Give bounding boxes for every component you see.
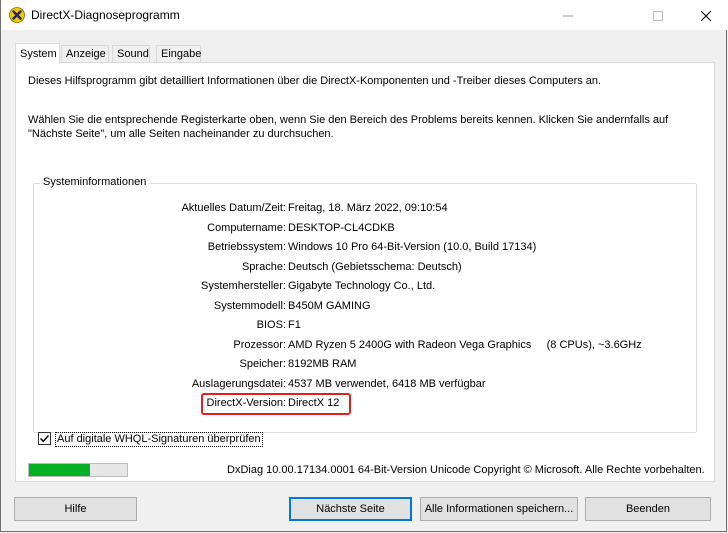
info-row-model: Systemmodell: B450M GAMING — [34, 300, 694, 314]
save-all-info-button-label: Alle Informationen speichern... — [424, 503, 574, 515]
info-row-memory: Speicher: 8192MB RAM — [34, 358, 694, 372]
progress-bar — [28, 463, 128, 477]
system-info-group: Systeminformationen Aktuelles Datum/Zeit… — [33, 176, 697, 433]
minimize-icon — [563, 15, 573, 17]
help-button[interactable]: Hilfe — [14, 497, 137, 521]
info-row-directx: DirectX-Version: DirectX 12 — [34, 397, 694, 411]
info-row-manufacturer: Systemhersteller: Gigabyte Technology Co… — [34, 280, 694, 294]
info-row-pagefile: Auslagerungsdatei: 4537 MB verwendet, 64… — [34, 378, 694, 392]
info-value: DESKTOP-CL4CDKB — [288, 222, 395, 234]
whql-checkbox[interactable] — [38, 432, 51, 445]
directx-version-highlight — [201, 393, 351, 415]
intro-text-2: Wählen Sie die entsprechende Registerkar… — [28, 114, 669, 140]
next-page-button-label: Nächste Seite — [316, 503, 385, 515]
info-label: Auslagerungsdatei: — [191, 378, 286, 390]
intro-text-1: Dieses Hilfsprogramm gibt detailliert In… — [28, 75, 602, 87]
info-value: F1 — [288, 319, 301, 331]
info-value: Deutsch (Gebietsschema: Deutsch) — [288, 261, 462, 273]
whql-checkbox-label[interactable]: Auf digitale WHQL-Signaturen überprüfen — [55, 432, 263, 447]
dxdiag-window: DirectX-Diagnoseprogramm System Anzeige … — [0, 0, 728, 532]
info-label: Computername: — [207, 222, 286, 234]
exit-button[interactable]: Beenden — [585, 497, 711, 521]
tab-system[interactable]: System — [15, 43, 60, 64]
exit-button-label: Beenden — [625, 503, 671, 515]
info-label: BIOS: — [256, 319, 286, 331]
copyright-text: DxDiag 10.00.17134.0001 64-Bit-Version U… — [227, 464, 705, 476]
info-row-bios: BIOS: F1 — [34, 319, 694, 333]
help-button-label: Hilfe — [64, 503, 87, 515]
close-button[interactable] — [683, 0, 728, 30]
minimize-button[interactable] — [545, 0, 591, 30]
info-label: Sprache: — [241, 261, 286, 273]
window-title: DirectX-Diagnoseprogramm — [31, 8, 180, 22]
info-row-os: Betriebssystem: Windows 10 Pro 64-Bit-Ve… — [34, 241, 694, 255]
close-icon — [700, 10, 712, 22]
info-label: Betriebssystem: — [207, 241, 286, 253]
info-row-language: Sprache: Deutsch (Gebietsschema: Deutsch… — [34, 261, 694, 275]
info-row-processor: Prozessor: AMD Ryzen 5 2400G with Radeon… — [34, 339, 694, 353]
info-value: Gigabyte Technology Co., Ltd. — [288, 280, 436, 292]
checkmark-icon — [40, 435, 50, 443]
tab-sound[interactable]: Sound — [112, 45, 150, 63]
system-tab-panel: Dieses Hilfsprogramm gibt detailliert In… — [15, 62, 715, 482]
info-value: 8192MB RAM — [288, 358, 357, 370]
info-label: Prozessor: — [233, 339, 286, 351]
info-label: Aktuelles Datum/Zeit: — [181, 202, 286, 214]
save-all-info-button[interactable]: Alle Informationen speichern... — [420, 497, 578, 521]
info-value: Windows 10 Pro 64-Bit-Version (10.0, Bui… — [288, 241, 537, 253]
tab-eingabe[interactable]: Eingabe — [156, 45, 201, 63]
info-value: Freitag, 18. März 2022, 09:10:54 — [288, 202, 448, 214]
progress-fill — [29, 464, 90, 476]
tab-anzeige[interactable]: Anzeige — [61, 45, 109, 63]
maximize-icon — [653, 10, 663, 21]
title-bar[interactable]: DirectX-Diagnoseprogramm — [1, 0, 728, 30]
info-value: B450M GAMING — [288, 300, 371, 312]
next-page-button[interactable]: Nächste Seite — [289, 497, 412, 521]
info-row-computername: Computername: DESKTOP-CL4CDKB — [34, 222, 694, 236]
info-value: AMD Ryzen 5 2400G with Radeon Vega Graph… — [288, 339, 642, 351]
maximize-button[interactable] — [635, 0, 681, 30]
info-label: Systemhersteller: — [201, 280, 286, 292]
info-value: 4537 MB verwendet, 6418 MB verfügbar — [288, 378, 486, 390]
info-label: Speicher: — [239, 358, 286, 370]
group-title: Systeminformationen — [40, 176, 150, 188]
info-label: Systemmodell: — [213, 300, 286, 312]
info-row-datetime: Aktuelles Datum/Zeit: Freitag, 18. März … — [34, 202, 694, 216]
directx-icon — [9, 7, 25, 23]
